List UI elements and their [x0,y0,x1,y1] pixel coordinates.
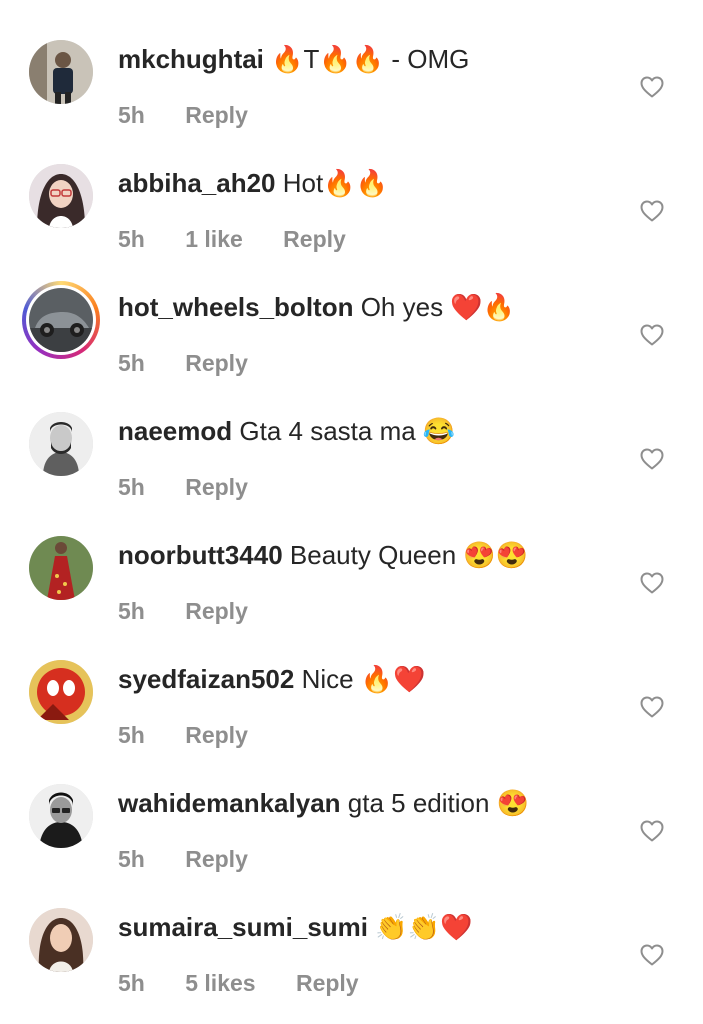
reply-button[interactable]: Reply [185,350,248,376]
comment-text: abbiha_ah20 Hot🔥🔥 [118,166,388,200]
comment-username[interactable]: wahidemankalyan [118,788,341,818]
comment-text: mkchughtai 🔥T🔥🔥 - OMG [118,42,469,76]
comment-item: naeemod Gta 4 sasta ma 😂 5h Reply [0,402,703,526]
comment-time: 5h [118,722,145,748]
avatar[interactable] [29,784,93,848]
comment-meta: 5h Reply [118,350,282,377]
avatar[interactable] [29,412,93,476]
reply-button[interactable]: Reply [185,722,248,748]
avatar[interactable] [29,908,93,972]
comment-item: syedfaizan502 Nice 🔥❤️ 5h Reply [0,650,703,774]
comment-body: Hot🔥🔥 [282,168,388,198]
comment-item: hot_wheels_bolton Oh yes ❤️🔥 5h Reply [0,278,703,402]
comment-item: mkchughtai 🔥T🔥🔥 - OMG 5h Reply [0,30,703,154]
comment-item: wahidemankalyan gta 5 edition 😍 5h Reply [0,774,703,898]
reply-button[interactable]: Reply [185,102,248,128]
comment-time: 5h [118,350,145,376]
comment-time: 5h [118,846,145,872]
reply-button[interactable]: Reply [296,970,359,996]
avatar[interactable] [29,40,93,104]
comment-username[interactable]: mkchughtai [118,44,264,74]
comment-time: 5h [118,226,145,252]
comment-username[interactable]: hot_wheels_bolton [118,292,353,322]
comment-body: Nice 🔥❤️ [301,664,426,694]
comment-meta: 5h 1 like Reply [118,226,380,253]
comment-body: gta 5 edition 😍 [347,788,530,818]
comment-text: wahidemankalyan gta 5 edition 😍 [118,786,529,820]
comment-text: naeemod Gta 4 sasta ma 😂 [118,414,455,448]
heart-outline-icon[interactable] [640,696,664,718]
comment-time: 5h [118,598,145,624]
heart-outline-icon[interactable] [640,324,664,346]
reply-button[interactable]: Reply [185,474,248,500]
heart-outline-icon[interactable] [640,448,664,470]
heart-outline-icon[interactable] [640,200,664,222]
avatar-ring-inner [26,285,96,355]
comment-meta: 5h 5 likes Reply [118,970,393,997]
comment-meta: 5h Reply [118,474,282,501]
avatar[interactable] [29,660,93,724]
avatar[interactable] [29,536,93,600]
comment-meta: 5h Reply [118,102,282,129]
comment-username[interactable]: naeemod [118,416,232,446]
likes-count[interactable]: 1 like [185,226,243,252]
comment-time: 5h [118,970,145,996]
comment-text: hot_wheels_bolton Oh yes ❤️🔥 [118,290,515,324]
comment-time: 5h [118,474,145,500]
comment-username[interactable]: sumaira_sumi_sumi [118,912,368,942]
comment-body: Gta 4 sasta ma 😂 [239,416,456,446]
comment-body: Oh yes ❤️🔥 [360,292,516,322]
comment-text: noorbutt3440 Beauty Queen 😍😍 [118,538,528,572]
heart-outline-icon[interactable] [640,76,664,98]
comment-username[interactable]: abbiha_ah20 [118,168,276,198]
comment-body: Beauty Queen 😍😍 [289,540,529,570]
avatar-story-ring[interactable] [22,281,100,359]
reply-button[interactable]: Reply [185,846,248,872]
reply-button[interactable]: Reply [185,598,248,624]
reply-button[interactable]: Reply [283,226,346,252]
comment-username[interactable]: noorbutt3440 [118,540,283,570]
comment-meta: 5h Reply [118,598,282,625]
comment-meta: 5h Reply [118,722,282,749]
likes-count[interactable]: 5 likes [185,970,255,996]
comment-username[interactable]: syedfaizan502 [118,664,294,694]
comment-time: 5h [118,102,145,128]
heart-outline-icon[interactable] [640,820,664,842]
comment-body: 🔥T🔥🔥 - OMG [271,44,470,74]
comment-item: noorbutt3440 Beauty Queen 😍😍 5h Reply [0,526,703,650]
heart-outline-icon[interactable] [640,944,664,966]
comment-body: 👏👏❤️ [375,912,473,942]
comment-item: abbiha_ah20 Hot🔥🔥 5h 1 like Reply [0,154,703,278]
comment-text: syedfaizan502 Nice 🔥❤️ [118,662,426,696]
avatar[interactable] [29,164,93,228]
avatar [29,288,93,352]
comment-item: sumaira_sumi_sumi 👏👏❤️ 5h 5 likes Reply [0,898,703,1022]
comment-text: sumaira_sumi_sumi 👏👏❤️ [118,910,472,944]
heart-outline-icon[interactable] [640,572,664,594]
comment-meta: 5h Reply [118,846,282,873]
